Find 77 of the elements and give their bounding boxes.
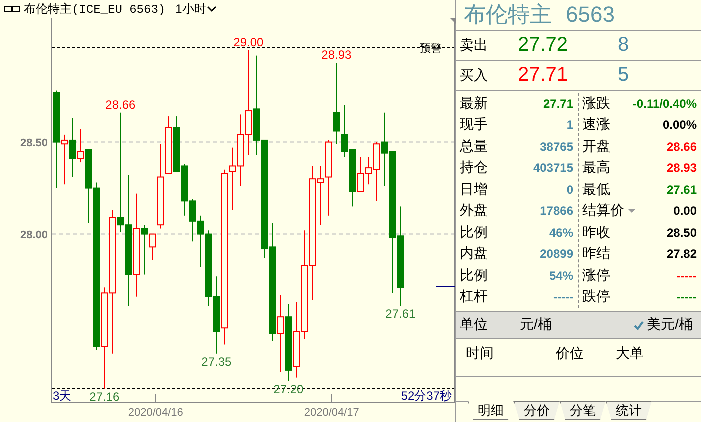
field-label: 昨结 (582, 245, 610, 264)
book-size: 8 (618, 34, 630, 57)
x-axis-label: 2020/04/17 (304, 407, 360, 419)
price-annotation: 28.93 (322, 48, 352, 62)
field-value: -0.11/0.40% (632, 96, 697, 111)
field-label: 最低 (582, 180, 610, 199)
field-label: 外盘 (460, 202, 488, 220)
period-dropdown[interactable]: 1小时 (176, 0, 218, 18)
chart-title: 布伦特主(ICE_EU 6563) (4, 0, 166, 18)
settlement-dropdown[interactable]: 结算价 (582, 202, 636, 220)
field-value: ----- (677, 290, 697, 304)
price-annotation: 27.16 (90, 390, 120, 404)
field-label: 涨跌 (582, 94, 610, 113)
period-count: 3天 (53, 389, 72, 403)
tab[interactable]: 分价 (514, 401, 560, 420)
book-price: 27.72 (518, 34, 570, 57)
column-header: 大单 (616, 345, 645, 363)
field-label: 杠杆 (460, 288, 488, 306)
field-value: ----- (554, 290, 574, 304)
tab[interactable]: 分笔 (560, 401, 606, 420)
field-label: 现手 (460, 116, 488, 134)
field-label: 总量 (460, 138, 488, 156)
instrument-code: 6563 (566, 2, 615, 28)
column-header: 价位 (556, 345, 585, 363)
field-label: 比例 (460, 224, 488, 242)
field-value: 1 (566, 118, 574, 132)
price-annotation: 27.35 (202, 354, 232, 369)
field-value: 27.82 (666, 247, 697, 262)
field-label: 开盘 (582, 138, 610, 156)
y-axis-label: 28.00 (20, 229, 48, 242)
y-axis-label: 28.50 (20, 137, 48, 150)
field-value: 0.00% (662, 118, 697, 132)
field-label: 最新 (460, 94, 488, 113)
unit-option[interactable]: 元/桶 (520, 316, 552, 334)
x-axis-label: 2020/04/16 (128, 407, 184, 419)
field-value: 27.61 (666, 182, 697, 197)
tab[interactable]: 统计 (606, 401, 652, 420)
field-label: 日增 (460, 180, 488, 199)
book-label: 卖出 (460, 36, 489, 54)
chevron-down-icon (207, 6, 218, 12)
field-value: 27.71 (543, 96, 574, 111)
field-value: 28.66 (666, 140, 697, 154)
instrument-name: 布伦特主 (464, 1, 552, 29)
field-label: 内盘 (460, 245, 488, 264)
field-label: 涨停 (582, 266, 610, 285)
price-annotation: 27.61 (386, 307, 416, 322)
field-label: 比例 (460, 266, 488, 285)
check-icon (634, 320, 644, 330)
field-label: 速涨 (582, 116, 610, 134)
field-value: ----- (677, 268, 697, 283)
unit-option[interactable]: 美元/桶 (634, 316, 693, 334)
field-value: 17866 (540, 204, 574, 218)
field-value: 20899 (540, 247, 574, 262)
field-value: 0 (566, 182, 574, 197)
book-size: 5 (618, 64, 630, 87)
field-value: 38765 (540, 140, 574, 154)
field-value: 54% (549, 268, 574, 283)
tab[interactable]: 明细 (468, 401, 514, 420)
caret-down-icon (626, 208, 636, 214)
link-icon (4, 5, 20, 13)
field-label: 跌停 (582, 288, 610, 306)
field-label: 最高 (582, 159, 610, 178)
field-value: 28.93 (666, 161, 697, 176)
field-value: 28.50 (666, 226, 697, 240)
book-price: 27.71 (518, 64, 570, 87)
field-value: 46% (549, 226, 574, 240)
column-header: 时间 (466, 345, 495, 363)
price-annotation: 29.00 (234, 35, 264, 50)
field-value: 403715 (533, 161, 574, 176)
unit-label: 单位 (460, 316, 489, 334)
field-value: 0.00 (674, 204, 697, 218)
book-label: 买入 (460, 66, 489, 84)
field-label: 持仓 (460, 159, 488, 178)
price-annotation: 27.20 (274, 382, 304, 396)
price-annotation: 28.66 (106, 98, 136, 112)
countdown-timer: 52分37秒 (401, 389, 452, 403)
field-label: 昨收 (582, 224, 610, 242)
